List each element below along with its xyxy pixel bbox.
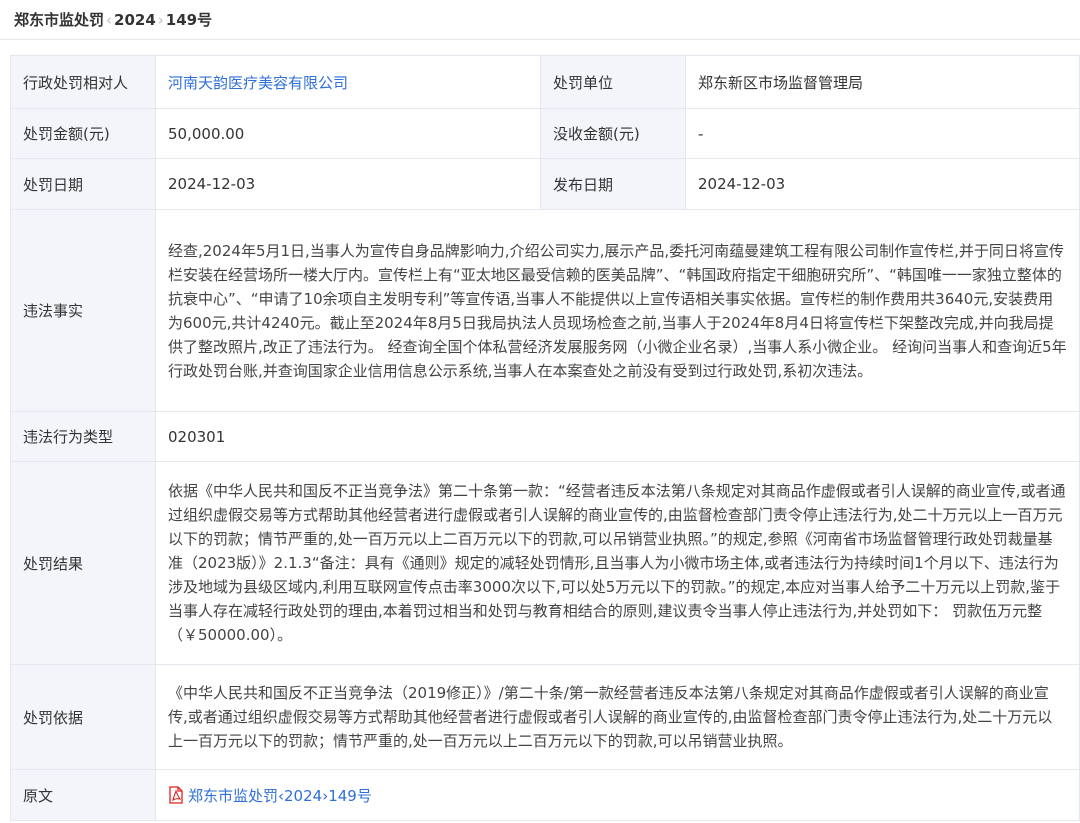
result-value: 依据《中华人民共和国反不正当竞争法》第二十条第一款：“经营者违反本法第八条规定对… [155,461,1080,665]
table-row: 违法行为类型 020301 [10,411,1080,462]
facts-value: 经查,2024年5月1日,当事人为宣传自身品牌影响力,介绍公司实力,展示产品,委… [155,209,1080,412]
table-row: 处罚依据 《中华人民共和国反不正当竞争法（2019修正）》/第二十条/第一款经营… [10,664,1080,770]
original-document-link[interactable]: 郑东市监处罚‹2024›149号 [168,785,372,805]
table-row: 处罚结果 依据《中华人民共和国反不正当竞争法》第二十条第一款：“经营者违反本法第… [10,461,1080,665]
table-row: 违法事实 经查,2024年5月1日,当事人为宣传自身品牌影响力,介绍公司实力,展… [10,209,1080,412]
penalty-date-label: 处罚日期 [10,158,156,210]
violation-type-label: 违法行为类型 [10,411,156,462]
agency-value: 郑东新区市场监督管理局 [685,55,1080,109]
penalty-date-value: 2024-12-03 [155,158,541,210]
penalty-info-table: 行政处罚相对人 河南天韵医疗美容有限公司 处罚单位 郑东新区市场监督管理局 处罚… [10,55,1080,821]
table-row: 处罚金额(元) 50,000.00 没收金额(元) - [10,108,1080,159]
confiscation-value: - [685,108,1080,159]
fine-value: 50,000.00 [155,108,541,159]
title-year: 2024 [114,11,156,29]
title-prefix: 郑东市监处罚 [14,11,105,29]
fine-label: 处罚金额(元) [10,108,156,159]
pdf-file-icon-graphic [169,785,183,804]
basis-label: 处罚依据 [10,664,156,770]
pdf-file-icon [168,785,184,804]
party-cell: 河南天韵医疗美容有限公司 [155,55,541,109]
publish-date-label: 发布日期 [540,158,686,210]
original-label: 原文 [10,769,156,821]
party-link[interactable]: 河南天韵医疗美容有限公司 [168,74,348,92]
basis-value: 《中华人民共和国反不正当竞争法（2019修正）》/第二十条/第一款经营者违反本法… [155,664,1080,770]
original-link-year: 2024 [284,786,323,805]
original-link-prefix: 郑东市监处罚 [188,786,279,805]
publish-date-value: 2024-12-03 [685,158,1080,210]
table-row: 原文 郑东市监处罚‹2024›149号 [10,769,1080,821]
facts-label: 违法事实 [10,209,156,412]
party-label: 行政处罚相对人 [10,55,156,109]
page-title: 郑东市监处罚 ‹ 2024 › 149号 [0,0,1080,40]
original-link-suffix: 149号 [328,786,372,805]
original-cell: 郑东市监处罚‹2024›149号 [155,769,1080,821]
title-suffix: 149号 [165,11,213,29]
title-bracket-open: ‹ [106,11,113,29]
table-row: 行政处罚相对人 河南天韵医疗美容有限公司 处罚单位 郑东新区市场监督管理局 [10,55,1080,109]
table-row: 处罚日期 2024-12-03 发布日期 2024-12-03 [10,158,1080,210]
result-label: 处罚结果 [10,461,156,665]
agency-label: 处罚单位 [540,55,686,109]
page: 郑东市监处罚 ‹ 2024 › 149号 行政处罚相对人 河南天韵医疗美容有限公司 处罚… [0,0,1080,823]
violation-type-value: 020301 [155,411,1080,462]
confiscation-label: 没收金额(元) [540,108,686,159]
title-bracket-close: › [157,11,164,29]
